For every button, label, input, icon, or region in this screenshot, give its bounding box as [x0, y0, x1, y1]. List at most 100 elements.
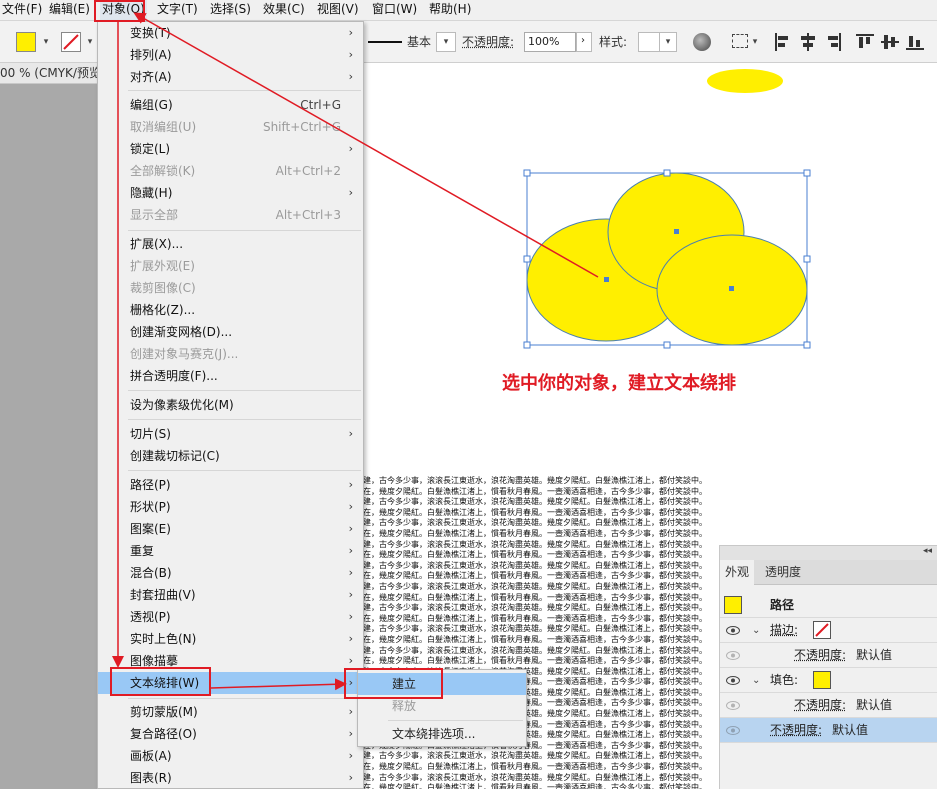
- wrap-text-line: 在，幾度夕陽紅。白髮漁樵江渚上，慣看秋月春風。一壺濁酒喜相逢，古今多少事，都付笑…: [363, 486, 707, 496]
- submenu-arrow-icon: ›: [348, 48, 353, 61]
- opacity-value: 默认值: [832, 723, 869, 737]
- stroke-row[interactable]: ⌄ 描边:: [720, 618, 937, 643]
- menu-item-26[interactable]: 实时上色(N) ›: [98, 628, 363, 650]
- menu-item-2[interactable]: 对齐(A) ›: [98, 66, 363, 88]
- menu-select[interactable]: 选择(S): [208, 0, 253, 21]
- menu-item-5[interactable]: 锁定(L) ›: [98, 138, 363, 160]
- no-stroke-icon: [815, 623, 829, 637]
- menu-item-11[interactable]: 裁剪图像(C): [98, 277, 363, 299]
- menu-divider: [128, 419, 361, 420]
- menu-item-20[interactable]: 形状(P) ›: [98, 496, 363, 518]
- menu-item-17[interactable]: 切片(S) ›: [98, 423, 363, 445]
- align-left-icon[interactable]: [773, 32, 793, 52]
- menu-item-7[interactable]: 隐藏(H) ›: [98, 182, 363, 204]
- menu-window[interactable]: 窗口(W): [370, 0, 419, 21]
- stroke-swatch[interactable]: [61, 32, 81, 52]
- opacity-label[interactable]: 不透明度:: [462, 32, 514, 52]
- globe-icon[interactable]: [693, 33, 711, 51]
- menu-effect[interactable]: 效果(C): [261, 0, 307, 21]
- menu-item-25[interactable]: 透视(P) ›: [98, 606, 363, 628]
- align-bottom-icon[interactable]: [905, 32, 925, 52]
- menu-divider: [128, 390, 361, 391]
- stroke-swatch-mini[interactable]: [813, 621, 831, 639]
- partial-yellow-shape[interactable]: [700, 63, 790, 93]
- menu-file[interactable]: 文件(F): [0, 0, 44, 21]
- menu-item-12[interactable]: 栅格化(Z)...: [98, 299, 363, 321]
- pasteboard: [0, 84, 98, 789]
- menu-item-3[interactable]: 编组(G) Ctrl+G: [98, 94, 363, 116]
- menu-item-18[interactable]: 创建裁切标记(C): [98, 445, 363, 467]
- style-swatch[interactable]: [638, 32, 660, 52]
- style-dropdown[interactable]: ▾: [659, 32, 677, 52]
- chevron-down-icon[interactable]: ▾: [84, 36, 96, 48]
- stroke-style-dropdown[interactable]: ▾: [436, 32, 456, 52]
- menu-item-label: 透视(P): [130, 610, 171, 624]
- fill-row[interactable]: ⌄ 填色:: [720, 668, 937, 693]
- menu-view[interactable]: 视图(V): [315, 0, 361, 21]
- eye-icon[interactable]: [726, 701, 740, 710]
- menu-item-9[interactable]: 扩展(X)...: [98, 233, 363, 255]
- chevron-down-icon[interactable]: ⌄: [752, 618, 760, 643]
- chevron-down-icon[interactable]: ⌄: [752, 668, 760, 693]
- grid-select-icon[interactable]: [732, 34, 748, 48]
- align-top-icon[interactable]: [855, 32, 875, 52]
- menu-help[interactable]: 帮助(H): [427, 0, 473, 21]
- submenu-options[interactable]: 文本绕排选项...: [358, 723, 526, 745]
- align-middle-icon[interactable]: [880, 32, 900, 52]
- stroke-opacity-row[interactable]: 不透明度: 默认值: [720, 643, 937, 668]
- align-right-icon[interactable]: [823, 32, 843, 52]
- opacity-label[interactable]: 不透明度:: [794, 693, 846, 718]
- tab-appearance[interactable]: 外观: [720, 560, 755, 585]
- menu-item-13[interactable]: 创建渐变网格(D)...: [98, 321, 363, 343]
- menu-type[interactable]: 文字(T): [155, 0, 200, 21]
- wrap-text-line: 在，幾度夕陽紅。白髮漁樵江渚上，慣看秋月春風。一壺濁酒喜相逢，古今多少事，都付笑…: [363, 613, 707, 623]
- menu-item-29[interactable]: 剪切蒙版(M) ›: [98, 701, 363, 723]
- eye-icon[interactable]: [726, 651, 740, 660]
- menu-item-24[interactable]: 封套扭曲(V) ›: [98, 584, 363, 606]
- eye-icon[interactable]: [726, 676, 740, 685]
- opacity-input[interactable]: 100%: [524, 32, 576, 52]
- menu-item-15[interactable]: 拼合透明度(F)...: [98, 365, 363, 387]
- opacity-stepper[interactable]: ›: [576, 32, 592, 52]
- object-thumbnail: [724, 596, 742, 614]
- menu-edit[interactable]: 编辑(E): [47, 0, 92, 21]
- menu-item-30[interactable]: 复合路径(O) ›: [98, 723, 363, 745]
- fill-opacity-row[interactable]: 不透明度: 默认值: [720, 693, 937, 718]
- menu-item-19[interactable]: 路径(P) ›: [98, 474, 363, 496]
- callout-box-object-menu: [94, 0, 145, 22]
- menu-item-4[interactable]: 取消编组(U) Shift+Ctrl+G: [98, 116, 363, 138]
- menu-item-14[interactable]: 创建对象马赛克(J)...: [98, 343, 363, 365]
- align-center-icon[interactable]: [798, 32, 818, 52]
- chevron-down-icon[interactable]: ▾: [749, 36, 761, 48]
- fill-label[interactable]: 填色:: [770, 668, 798, 693]
- object-row[interactable]: 路径: [720, 593, 937, 618]
- menu-item-31[interactable]: 画板(A) ›: [98, 745, 363, 767]
- panel-collapse-icon[interactable]: ◂◂: [923, 546, 932, 556]
- menu-item-10[interactable]: 扩展外观(E): [98, 255, 363, 277]
- menu-item-23[interactable]: 混合(B) ›: [98, 562, 363, 584]
- fill-swatch[interactable]: [16, 32, 36, 52]
- menu-item-16[interactable]: 设为像素级优化(M): [98, 394, 363, 416]
- opacity-label[interactable]: 不透明度:: [770, 718, 822, 743]
- tab-transparency[interactable]: 透明度: [760, 560, 806, 585]
- fill-swatch-mini[interactable]: [813, 671, 831, 689]
- menu-item-6[interactable]: 全部解锁(K) Alt+Ctrl+2: [98, 160, 363, 182]
- chevron-down-icon[interactable]: ▾: [40, 36, 52, 48]
- selected-circles-group[interactable]: [520, 166, 820, 352]
- opacity-label[interactable]: 不透明度:: [794, 643, 846, 668]
- menu-item-8[interactable]: 显示全部 Alt+Ctrl+3: [98, 204, 363, 226]
- menu-item-1[interactable]: 排列(A) ›: [98, 44, 363, 66]
- menu-item-32[interactable]: 图表(R) ›: [98, 767, 363, 789]
- document-tab[interactable]: 00 % (CMYK/预览): [0, 63, 98, 84]
- object-opacity-row[interactable]: 不透明度: 默认值: [720, 718, 937, 743]
- menu-item-0[interactable]: 变换(T) ›: [98, 22, 363, 44]
- wrap-text-line: 在，幾度夕陽紅。白髮漁樵江渚上，慣看秋月春風。一壺濁酒喜相逢，古今多少事，都付笑…: [363, 507, 707, 517]
- menu-item-21[interactable]: 图案(E) ›: [98, 518, 363, 540]
- menu-item-22[interactable]: 重复 ›: [98, 540, 363, 562]
- divider: [388, 720, 523, 721]
- menu-item-shortcut: Alt+Ctrl+3: [275, 208, 341, 222]
- eye-icon[interactable]: [726, 626, 740, 635]
- menu-item-label: 创建渐变网格(D)...: [130, 325, 233, 339]
- eye-icon[interactable]: [726, 726, 740, 735]
- stroke-label[interactable]: 描边:: [770, 618, 798, 643]
